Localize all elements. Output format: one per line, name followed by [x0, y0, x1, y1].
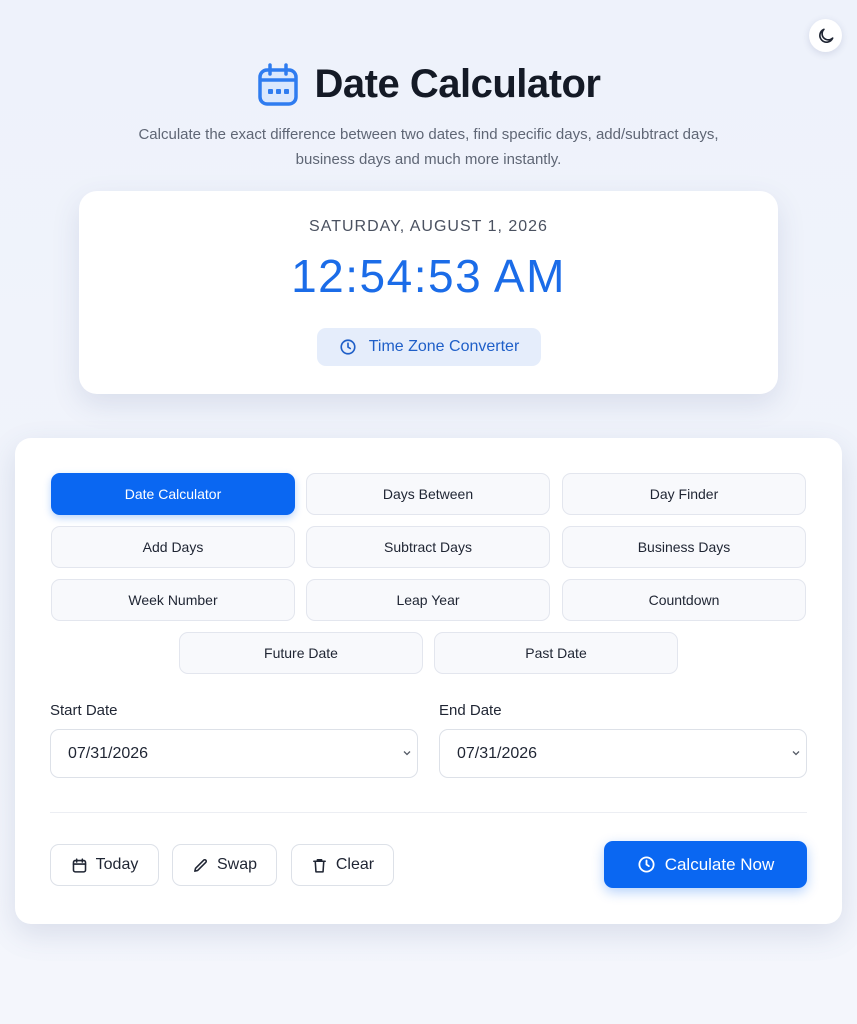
tab-days-between[interactable]: Days Between [306, 473, 550, 515]
chevron-down-icon [402, 748, 412, 758]
start-date-input[interactable]: 07/31/2026 [50, 729, 418, 778]
clock-card: SATURDAY, AUGUST 1, 2026 12:54:53 AM Tim… [79, 191, 778, 394]
calculator-card: Date Calculator Days Between Day Finder … [15, 438, 842, 924]
current-date: SATURDAY, AUGUST 1, 2026 [309, 218, 548, 235]
chevron-down-icon [791, 748, 801, 758]
clock-icon [637, 855, 656, 874]
clock-icon [339, 338, 357, 356]
swap-label: Swap [216, 856, 258, 873]
swap-button[interactable]: Swap [172, 844, 277, 886]
today-button[interactable]: Today [50, 844, 159, 886]
theme-toggle-button[interactable] [809, 19, 842, 52]
tab-subtract-days[interactable]: Subtract Days [306, 526, 550, 568]
tab-future-date[interactable]: Future Date [179, 632, 423, 674]
today-label: Today [95, 856, 139, 873]
divider [50, 812, 807, 813]
tab-add-days[interactable]: Add Days [51, 526, 295, 568]
trash-icon [311, 857, 328, 874]
end-date-value: 07/31/2026 [457, 744, 538, 762]
calculate-now-label: Calculate Now [664, 854, 775, 874]
current-time: 12:54:53 AM [291, 250, 566, 302]
calendar-icon [257, 62, 299, 107]
end-date-input[interactable]: 07/31/2026 [439, 729, 807, 778]
tab-business-days[interactable]: Business Days [562, 526, 806, 568]
page-header: Date Calculator [0, 62, 857, 107]
tab-week-number[interactable]: Week Number [51, 579, 295, 621]
time-zone-converter-button[interactable]: Time Zone Converter [317, 328, 541, 366]
pencil-icon [192, 857, 209, 874]
moon-icon [816, 26, 836, 46]
time-zone-converter-label: Time Zone Converter [368, 338, 520, 355]
tab-leap-year[interactable]: Leap Year [306, 579, 550, 621]
calendar-icon [71, 857, 88, 874]
clear-button[interactable]: Clear [291, 844, 394, 886]
end-date-label: End Date [439, 702, 502, 719]
tab-past-date[interactable]: Past Date [434, 632, 678, 674]
start-date-value: 07/31/2026 [68, 744, 149, 762]
page-title: Date Calculator [314, 62, 601, 106]
tab-countdown[interactable]: Countdown [562, 579, 806, 621]
tab-day-finder[interactable]: Day Finder [562, 473, 806, 515]
page-subtitle: Calculate the exact difference between t… [138, 126, 719, 168]
start-date-label: Start Date [50, 702, 118, 719]
clear-label: Clear [335, 856, 375, 873]
tab-date-calculator[interactable]: Date Calculator [51, 473, 295, 515]
calculate-now-button[interactable]: Calculate Now [604, 841, 807, 888]
